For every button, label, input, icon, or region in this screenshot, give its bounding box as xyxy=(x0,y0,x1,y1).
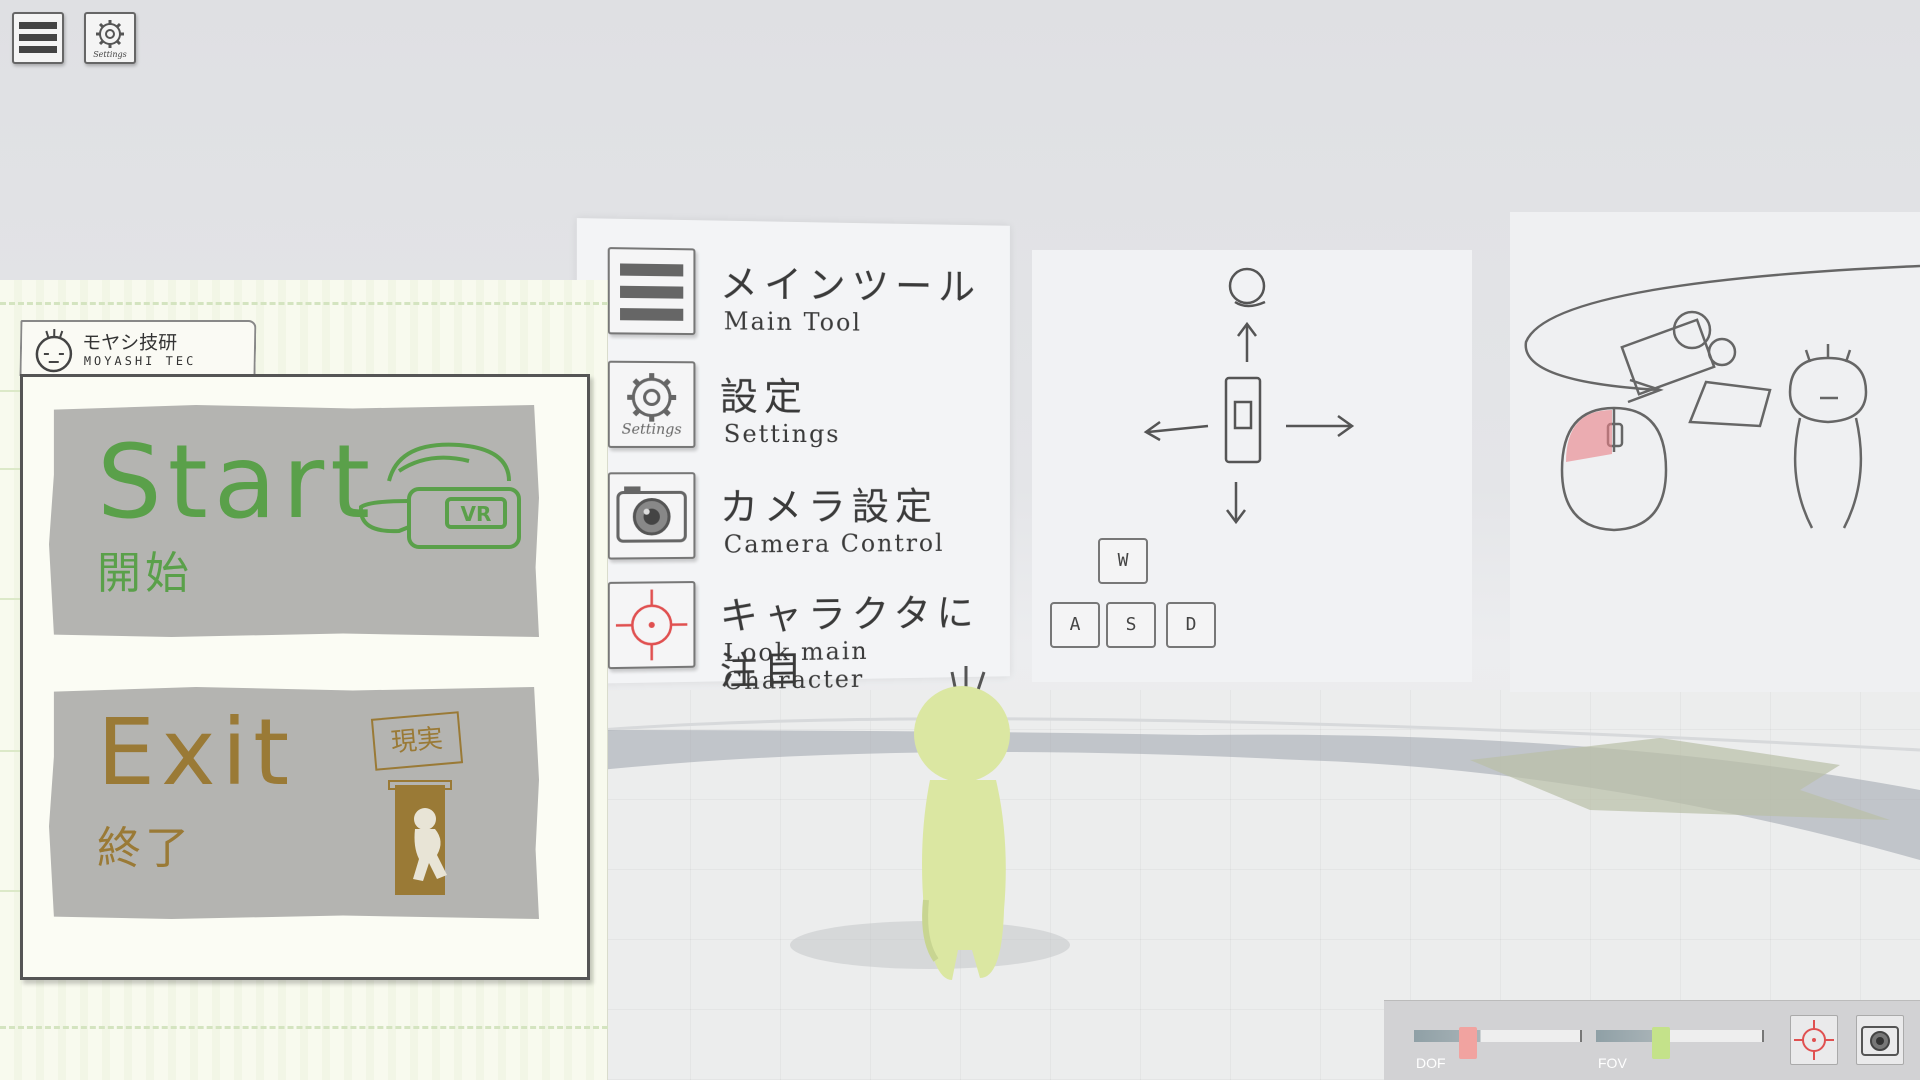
camera-icon xyxy=(1861,1026,1899,1056)
settings-caption: Settings xyxy=(93,50,127,59)
main-tool-button[interactable] xyxy=(12,12,64,64)
dashed-rule xyxy=(0,1026,608,1029)
dof-slider[interactable] xyxy=(1414,1027,1582,1059)
hamburger-menu-icon xyxy=(19,22,57,53)
svg-text:VR: VR xyxy=(461,502,492,526)
margin-tick xyxy=(0,750,22,752)
exit-label-ja: 終了 xyxy=(97,823,193,874)
dof-thumb[interactable] xyxy=(1459,1027,1477,1059)
board-label-en: Main Tool xyxy=(723,307,862,337)
dashed-rule xyxy=(0,302,608,305)
crosshair-icon xyxy=(1794,1020,1834,1060)
exit-button[interactable]: Exit 終了 現実 xyxy=(49,687,539,919)
board-label-ja: 設定 xyxy=(719,374,808,420)
camera-control-button[interactable] xyxy=(1856,1015,1904,1065)
key-a: A xyxy=(1050,602,1100,648)
fov-thumb[interactable] xyxy=(1652,1027,1670,1059)
exit-label-en: Exit xyxy=(97,699,296,806)
board-label-en: Camera Control xyxy=(723,529,945,559)
vr-headset-icon: VR xyxy=(359,442,521,549)
key-w: W xyxy=(1098,538,1148,584)
camera-icon xyxy=(607,472,696,560)
settings-button[interactable]: Settings xyxy=(84,12,136,64)
margin-tick xyxy=(0,598,22,600)
gear-caption: Settings xyxy=(621,421,682,438)
margin-tick xyxy=(0,390,22,392)
camera-hud: DOF FOV xyxy=(1384,1000,1920,1080)
dof-label: DOF xyxy=(1416,1055,1446,1071)
brand-name-en: MOYASHI TEC xyxy=(83,354,197,368)
board-label-ja: カメラ設定 xyxy=(719,484,939,530)
fov-track xyxy=(1596,1030,1764,1042)
door-exit-icon: 現実 xyxy=(369,707,479,897)
key-s: S xyxy=(1106,602,1156,648)
tutorial-board: メインツール Main Tool Settings 設定 Settings カメ… xyxy=(576,218,1010,695)
hamburger-menu-icon xyxy=(607,247,696,336)
key-d: D xyxy=(1166,602,1216,648)
camera-sketch-board xyxy=(1510,212,1920,692)
margin-tick xyxy=(0,890,22,892)
look-character-button[interactable] xyxy=(1790,1015,1838,1065)
margin-tick xyxy=(0,468,22,470)
brand-tab: モヤシ技研 MOYASHI TEC xyxy=(19,320,257,376)
controls-board: W A S D xyxy=(1032,250,1472,682)
game-scene: メインツール Main Tool Settings 設定 Settings カメ… xyxy=(0,0,1920,1080)
brand-name-ja: モヤシ技研 xyxy=(81,332,178,354)
board-item-camera: カメラ設定 Camera Control xyxy=(607,472,1006,574)
board-item-main-tool: メインツール Main Tool xyxy=(607,247,1006,352)
fov-label: FOV xyxy=(1598,1055,1627,1071)
start-label-en: Start xyxy=(97,423,377,542)
board-item-settings: Settings 設定 Settings xyxy=(607,360,1006,462)
gear-icon xyxy=(96,20,124,48)
mascot-face-icon xyxy=(35,329,73,373)
main-menu-card: Start 開始 VR Exit 終了 現実 xyxy=(20,374,590,980)
start-label-ja: 開始 xyxy=(97,548,193,599)
crosshair-icon xyxy=(607,581,696,670)
gear-icon: Settings xyxy=(607,360,696,448)
dof-track xyxy=(1414,1030,1582,1042)
start-button[interactable]: Start 開始 VR xyxy=(49,405,539,637)
fov-slider[interactable] xyxy=(1596,1027,1764,1059)
main-character xyxy=(914,666,1010,980)
board-label-en: Settings xyxy=(723,419,841,449)
board-label-ja: メインツール xyxy=(719,261,981,310)
